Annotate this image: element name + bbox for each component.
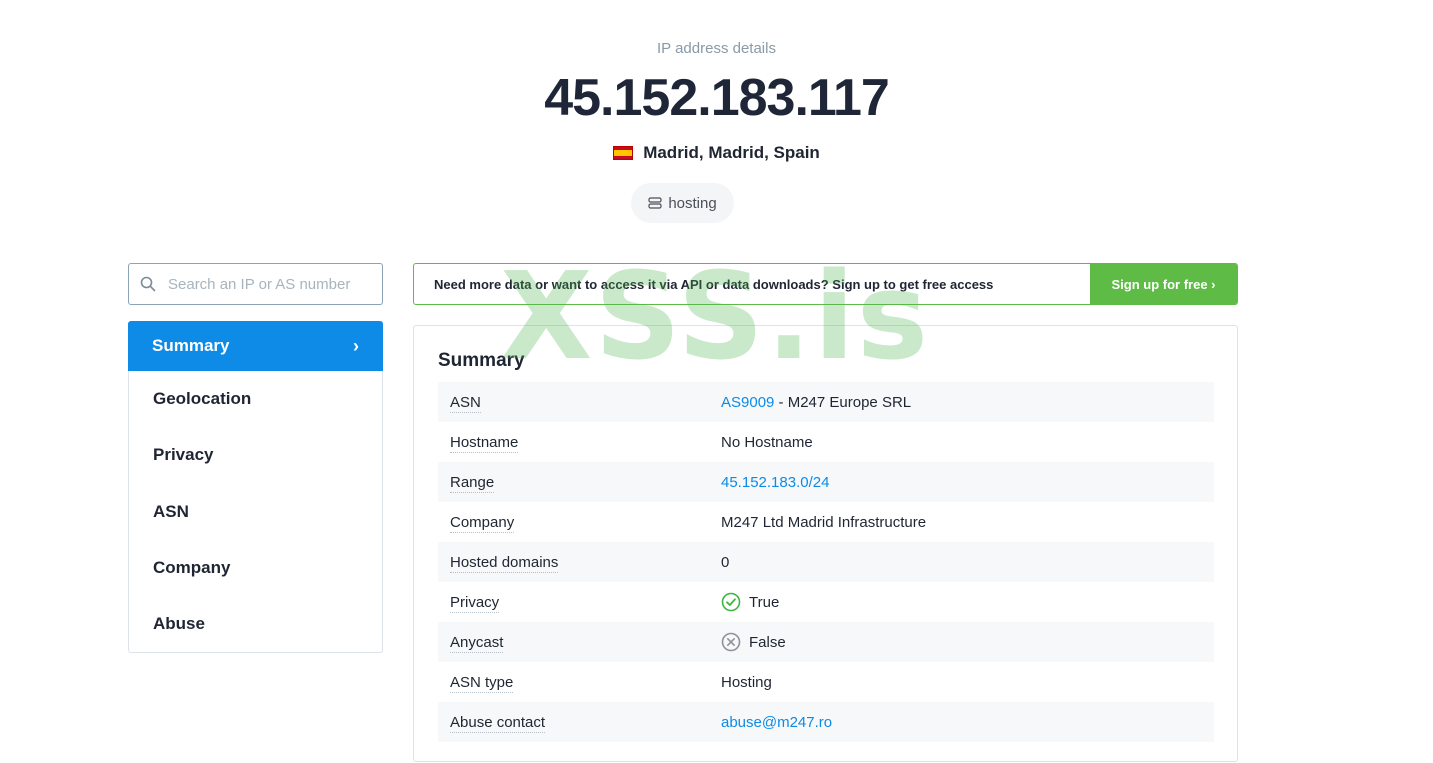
sidebar-item-label: Privacy [153,445,214,465]
row-value: No Hostname [721,433,813,451]
sidebar-item-summary[interactable]: Summary › [128,321,383,371]
abuse-email-link[interactable]: abuse@m247.ro [721,714,832,731]
row-key[interactable]: Range [450,473,495,493]
sidebar-item-label: Company [153,558,231,578]
row-value: Hosting [721,673,772,691]
row-value: False [749,633,786,651]
summary-table: ASN AS9009 - M247 Europe SRL Hostname No… [438,382,1214,742]
search-box[interactable] [128,263,383,305]
sidebar-item-geolocation[interactable]: Geolocation [129,371,382,427]
row-key[interactable]: Privacy [450,593,500,613]
sidebar-item-privacy[interactable]: Privacy [129,427,382,483]
row-key[interactable]: Hosted domains [450,553,559,573]
range-link[interactable]: 45.152.183.0/24 [721,474,829,491]
signup-button[interactable]: Sign up for free › [1090,264,1237,304]
table-row: ASN AS9009 - M247 Europe SRL [438,382,1214,422]
sidebar-nav: Summary › Geolocation Privacy ASN Compan… [128,321,383,653]
sidebar-item-company[interactable]: Company [129,540,382,596]
hosting-tag[interactable]: hosting [631,183,734,223]
row-value: True [749,593,780,611]
row-key[interactable]: Hostname [450,433,519,453]
table-row: Privacy True [438,582,1214,622]
table-row: Company M247 Ltd Madrid Infrastructure [438,502,1214,542]
sidebar-item-label: Summary [152,336,230,355]
table-row: Hostname No Hostname [438,422,1214,462]
table-row: Abuse contact abuse@m247.ro [438,702,1214,742]
sidebar-item-label: Geolocation [153,389,252,409]
table-row: Anycast False [438,622,1214,662]
table-row: ASN type Hosting [438,662,1214,702]
search-icon [140,276,156,292]
search-input[interactable] [168,275,368,293]
server-icon [648,197,662,209]
row-key[interactable]: ASN [450,393,481,413]
banner-text: Need more data or want to access it via … [434,276,994,292]
sidebar-item-label: ASN [153,501,189,521]
summary-card: Summary ASN AS9009 - M247 Europe SRL Hos… [413,325,1238,762]
chevron-right-icon: › [353,335,359,356]
x-circle-icon [721,632,741,652]
row-value: - M247 Europe SRL [774,393,912,411]
row-key[interactable]: Company [450,513,515,533]
hosting-tag-label: hosting [668,194,717,212]
table-row: Hosted domains 0 [438,542,1214,582]
row-key[interactable]: Anycast [450,633,504,653]
location-line: Madrid, Madrid, Spain [0,143,1433,163]
sidebar-item-abuse[interactable]: Abuse [129,596,382,652]
table-row: Range 45.152.183.0/24 [438,462,1214,502]
summary-title: Summary [438,350,525,371]
row-value: M247 Ltd Madrid Infrastructure [721,513,927,531]
location-text: Madrid, Madrid, Spain [643,143,820,162]
row-key[interactable]: Abuse contact [450,713,546,733]
ip-address-title: 45.152.183.117 [544,69,890,127]
row-key[interactable]: ASN type [450,673,514,693]
row-value: 0 [721,553,730,571]
sidebar-item-asn[interactable]: ASN [129,484,382,540]
asn-link[interactable]: AS9009 [721,394,774,411]
sidebar-item-label: Abuse [153,614,205,634]
page-eyebrow: IP address details [657,40,776,57]
signup-banner: Need more data or want to access it via … [413,263,1238,305]
spain-flag-icon [613,146,634,160]
check-circle-icon [721,592,741,612]
